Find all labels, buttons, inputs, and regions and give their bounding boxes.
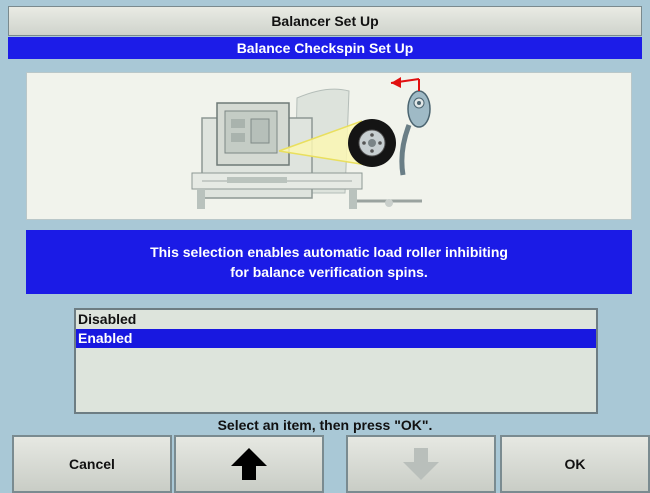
cancel-button[interactable]: Cancel xyxy=(12,435,172,493)
up-arrow-icon xyxy=(231,448,267,480)
window-title: Balancer Set Up xyxy=(8,6,642,36)
info-line-2: for balance verification spins. xyxy=(230,264,428,280)
list-item-disabled[interactable]: Disabled xyxy=(76,310,596,329)
cancel-button-label: Cancel xyxy=(69,456,115,472)
info-line-1: This selection enables automatic load ro… xyxy=(150,244,508,260)
list-item-enabled[interactable]: Enabled xyxy=(76,329,596,348)
balancer-setup-screen: Balancer Set Up Balance Checkspin Set Up xyxy=(0,0,650,493)
down-arrow-button[interactable] xyxy=(346,435,496,493)
instruction-prompt: Select an item, then press "OK". xyxy=(217,417,433,433)
screen-subtitle: Balance Checkspin Set Up xyxy=(8,37,642,59)
up-arrow-button[interactable] xyxy=(174,435,324,493)
ok-button-label: OK xyxy=(564,456,586,472)
down-arrow-icon xyxy=(403,448,439,480)
option-list[interactable]: Disabled Enabled xyxy=(74,308,598,414)
ok-button[interactable]: OK xyxy=(500,435,650,493)
balancer-illustration xyxy=(26,72,632,220)
info-panel: This selection enables automatic load ro… xyxy=(26,230,632,294)
balancer-machine-illustration xyxy=(191,77,431,209)
